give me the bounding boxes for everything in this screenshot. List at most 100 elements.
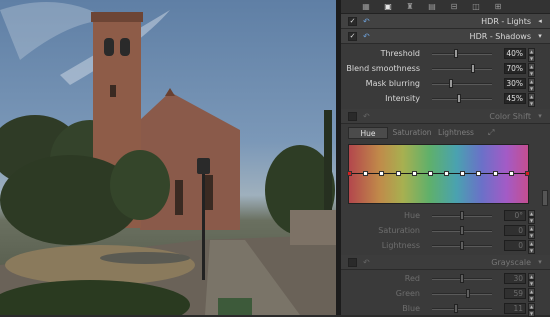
param-value[interactable]: 70% (504, 63, 526, 74)
panel-scrollbar[interactable] (542, 190, 548, 206)
param-spinner[interactable]: ▲ ▼ (528, 240, 535, 254)
param-spinner[interactable]: ▲ ▼ (528, 210, 535, 224)
grid-icon[interactable]: ▤ (427, 2, 437, 11)
slider-knob[interactable] (471, 64, 476, 73)
spin-down-icon[interactable]: ▼ (528, 310, 535, 317)
expand-arrow-icon[interactable]: ▾ (536, 258, 544, 266)
param-spinner[interactable]: ▲ ▼ (528, 225, 535, 239)
photo-preview[interactable] (0, 0, 336, 315)
slider-knob[interactable] (454, 49, 459, 58)
curve-control-point[interactable] (379, 171, 385, 176)
param-value[interactable]: 40% (504, 48, 526, 59)
curve-control-point[interactable] (363, 171, 369, 176)
param-slider[interactable] (432, 289, 492, 298)
param-slider[interactable] (432, 211, 492, 220)
spin-down-icon[interactable]: ▼ (528, 280, 535, 287)
hue-curve-editor[interactable] (347, 144, 530, 204)
curve-control-point[interactable] (476, 171, 482, 176)
param-value[interactable]: 11 (504, 303, 526, 314)
reset-icon[interactable]: ↶ (363, 32, 371, 41)
param-slider[interactable] (432, 49, 492, 58)
spin-up-icon[interactable]: ▲ (528, 288, 535, 295)
color-shift-checkbox[interactable] (348, 111, 357, 121)
param-slider[interactable] (432, 226, 492, 235)
tab-hue[interactable]: Hue (348, 127, 388, 139)
slider-knob[interactable] (465, 289, 470, 298)
spin-up-icon[interactable]: ▲ (528, 93, 535, 100)
param-spinner[interactable]: ▲ ▼ (528, 273, 535, 287)
param-slider[interactable] (432, 64, 492, 73)
curve-control-point[interactable] (395, 171, 401, 176)
grayscale-checkbox[interactable] (348, 257, 357, 267)
curve-control-point[interactable] (444, 171, 450, 176)
curve-control-point[interactable] (460, 171, 466, 176)
spin-down-icon[interactable]: ▼ (528, 55, 535, 62)
camera-icon[interactable]: ◫ (471, 2, 481, 11)
param-slider[interactable] (432, 241, 492, 250)
reset-icon[interactable]: ↶ (363, 258, 371, 267)
hdr-lights-header[interactable]: ✓ ↶ HDR - Lights ◂ (341, 14, 550, 29)
sliders-icon[interactable]: ⊟ (449, 2, 459, 11)
param-value[interactable]: 0° (504, 210, 526, 221)
spin-down-icon[interactable]: ▼ (528, 100, 535, 107)
curve-control-point[interactable] (492, 171, 498, 176)
spin-up-icon[interactable]: ▲ (528, 63, 535, 70)
param-value[interactable]: 0 (504, 225, 526, 236)
spin-down-icon[interactable]: ▼ (528, 247, 535, 254)
param-value[interactable]: 30% (504, 78, 526, 89)
param-spinner[interactable]: ▲ ▼ (528, 288, 535, 302)
curve-control-point[interactable] (411, 171, 417, 176)
expand-arrow-icon[interactable]: ▾ (536, 32, 544, 40)
spin-down-icon[interactable]: ▼ (528, 295, 535, 302)
color-shift-header[interactable]: ↶ Color Shift ▾ (341, 109, 550, 124)
param-spinner[interactable]: ▲ ▼ (528, 93, 535, 107)
curve-control-point[interactable] (525, 171, 530, 176)
spin-down-icon[interactable]: ▼ (528, 85, 535, 92)
document-icon[interactable]: ▣ (383, 2, 393, 11)
param-spinner[interactable]: ▲ ▼ (528, 303, 535, 317)
param-value[interactable]: 45% (504, 93, 526, 104)
slider-knob[interactable] (460, 274, 464, 283)
reset-icon[interactable]: ↶ (363, 112, 371, 121)
param-slider[interactable] (432, 274, 492, 283)
tab-lightness[interactable]: Lightness (436, 127, 476, 139)
slider-knob[interactable] (460, 241, 464, 250)
param-slider[interactable] (432, 79, 492, 88)
param-spinner[interactable]: ▲ ▼ (528, 78, 535, 92)
tone-icon[interactable]: ⊞ (493, 2, 503, 11)
spin-down-icon[interactable]: ▼ (528, 70, 535, 77)
hdr-shadows-checkbox[interactable]: ✓ (348, 31, 357, 41)
param-spinner[interactable]: ▲ ▼ (528, 48, 535, 62)
spin-down-icon[interactable]: ▼ (528, 217, 535, 224)
slider-knob[interactable] (448, 79, 453, 88)
spin-up-icon[interactable]: ▲ (528, 240, 535, 247)
spin-up-icon[interactable]: ▲ (528, 273, 535, 280)
slider-knob[interactable] (460, 226, 464, 235)
param-value[interactable]: 30 (504, 273, 526, 284)
param-slider[interactable] (432, 94, 492, 103)
reset-icon[interactable]: ↶ (363, 17, 371, 26)
expand-arrow-icon[interactable]: ▾ (536, 112, 544, 120)
param-value[interactable]: 0 (504, 240, 526, 251)
param-value[interactable]: 59 (504, 288, 526, 299)
param-slider[interactable] (432, 304, 492, 313)
slider-knob[interactable] (457, 94, 462, 103)
spin-up-icon[interactable]: ▲ (528, 210, 535, 217)
spin-down-icon[interactable]: ▼ (528, 232, 535, 239)
param-spinner[interactable]: ▲ ▼ (528, 63, 535, 77)
hdr-lights-checkbox[interactable]: ✓ (348, 16, 357, 26)
slider-knob[interactable] (454, 304, 459, 313)
spin-up-icon[interactable]: ▲ (528, 303, 535, 310)
spin-up-icon[interactable]: ▲ (528, 48, 535, 55)
curve-icon[interactable]: ⤢ (488, 128, 494, 138)
stamp-icon[interactable]: ♜ (405, 2, 415, 11)
layers-icon[interactable]: ▦ (361, 2, 371, 11)
hdr-shadows-header[interactable]: ✓ ↶ HDR - Shadows ▾ (341, 29, 550, 44)
grayscale-header[interactable]: ↶ Grayscale ▾ (341, 255, 550, 270)
slider-knob[interactable] (460, 211, 464, 220)
tab-saturation[interactable]: Saturation (392, 127, 432, 139)
curve-control-point[interactable] (347, 171, 352, 176)
spin-up-icon[interactable]: ▲ (528, 225, 535, 232)
curve-control-point[interactable] (508, 171, 514, 176)
spin-up-icon[interactable]: ▲ (528, 78, 535, 85)
